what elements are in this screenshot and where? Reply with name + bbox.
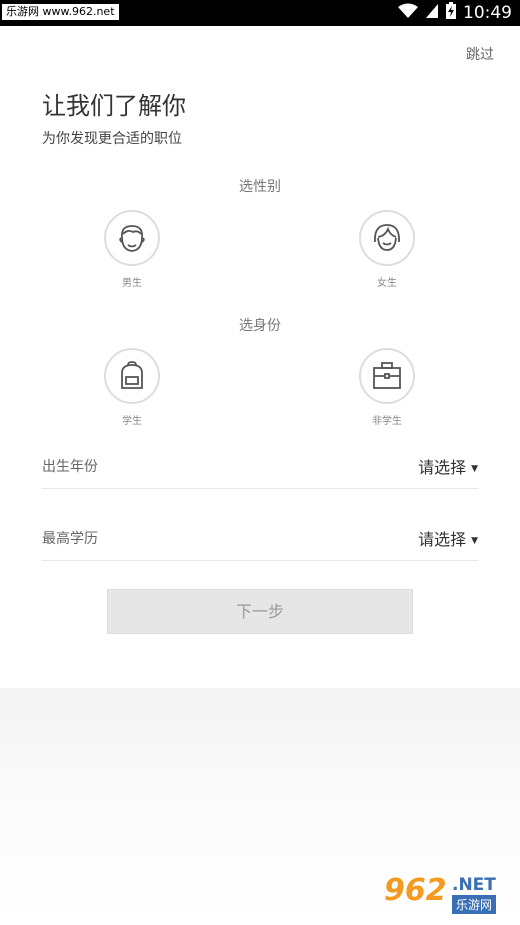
backpack-icon [104, 348, 160, 404]
skip-button[interactable]: 跳过 [466, 44, 494, 64]
gender-section-label: 选性别 [239, 179, 281, 195]
page-title: 让我们了解你 [42, 92, 186, 120]
education-label: 最高学历 [42, 531, 98, 547]
page-subtitle: 为你发现更合适的职位 [42, 131, 182, 147]
next-step-button[interactable]: 下一步 [107, 589, 413, 634]
watermark-label: 乐游网 www.962.net [2, 4, 119, 20]
birth-year-select[interactable]: 请选择 ▼ [418, 454, 478, 478]
education-field[interactable]: 最高学历 请选择 ▼ [42, 520, 478, 561]
male-face-icon [104, 210, 160, 266]
brand-watermark-logo: 962 .NET 乐游网 [380, 873, 512, 919]
gender-option-female[interactable]: 女生 [347, 210, 427, 289]
brand-cn: 乐游网 [452, 895, 497, 914]
status-bar: 乐游网 www.962.net 10:49 [0, 0, 520, 26]
gender-option-male[interactable]: 男生 [92, 210, 172, 289]
birth-year-value: 请选择 [418, 458, 467, 477]
brand-suffix: .NET [452, 875, 496, 895]
identity-section-label: 选身份 [239, 318, 281, 334]
education-value: 请选择 [418, 530, 467, 549]
clock-time: 10:49 [463, 3, 512, 23]
female-face-icon [359, 210, 415, 266]
gender-option-label: 男生 [122, 278, 142, 289]
birth-year-label: 出生年份 [42, 459, 98, 475]
signal-icon [425, 3, 439, 23]
battery-charging-icon [445, 2, 457, 24]
briefcase-icon [359, 348, 415, 404]
bottom-blank-area: 962 .NET 乐游网 [0, 688, 520, 925]
dropdown-caret-icon: ▼ [471, 464, 478, 474]
education-select[interactable]: 请选择 ▼ [418, 526, 478, 550]
status-icons: 10:49 [397, 2, 512, 24]
identity-option-student[interactable]: 学生 [92, 348, 172, 427]
brand-number: 962 [384, 873, 447, 908]
dropdown-caret-icon: ▼ [471, 536, 478, 546]
identity-option-label: 学生 [122, 416, 142, 427]
identity-option-label: 非学生 [372, 416, 402, 427]
identity-option-non-student[interactable]: 非学生 [347, 348, 427, 427]
gender-option-label: 女生 [377, 278, 397, 289]
birth-year-field[interactable]: 出生年份 请选择 ▼ [42, 448, 478, 489]
wifi-icon [397, 3, 419, 23]
